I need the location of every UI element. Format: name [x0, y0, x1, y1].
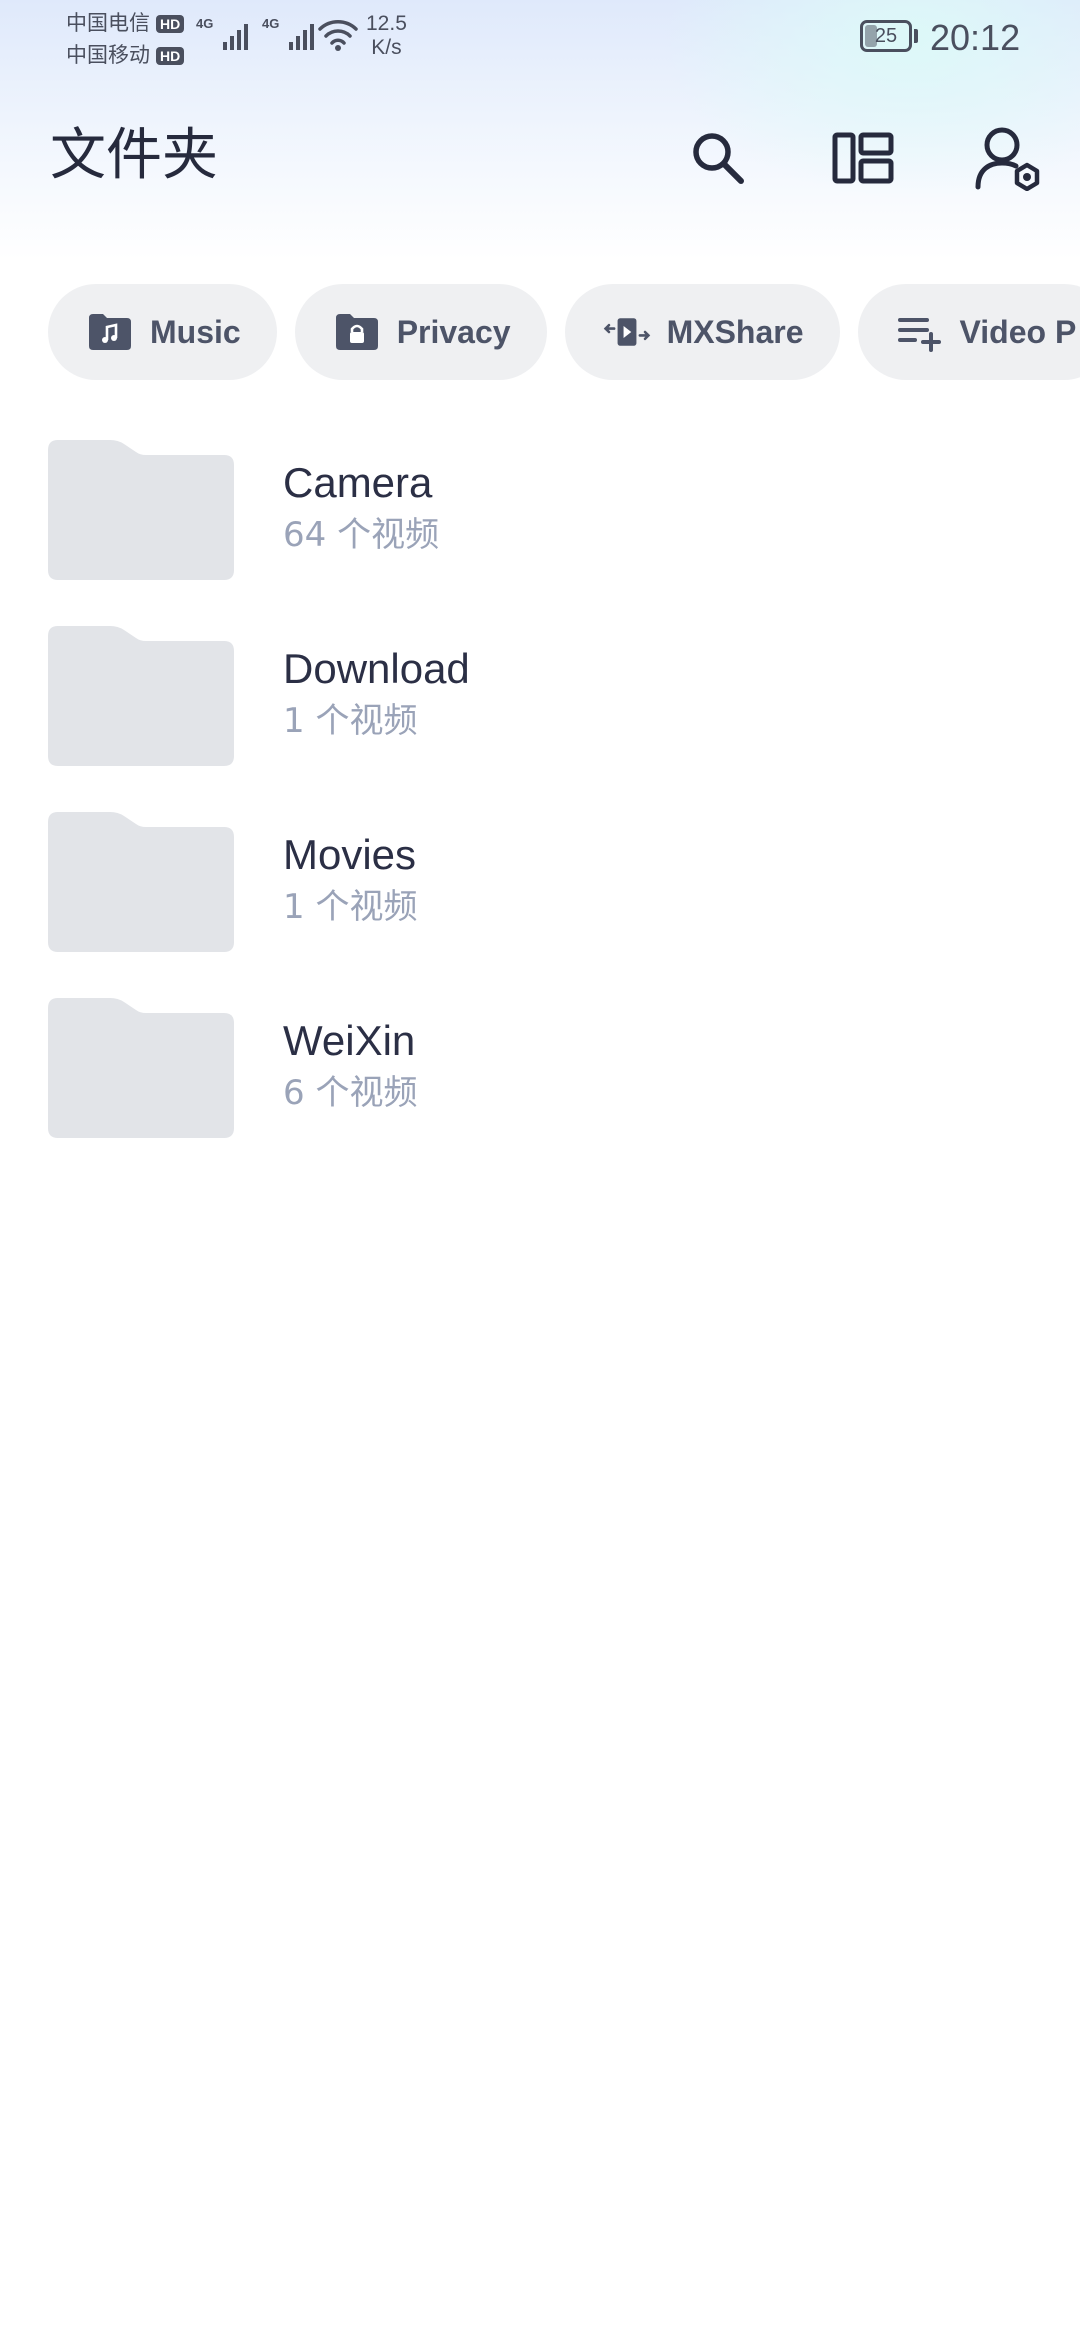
share-transfer-icon: [603, 308, 651, 356]
chip-video-playlist[interactable]: Video P: [857, 284, 1080, 380]
carrier-row-2: 中国移动 HD: [66, 40, 185, 72]
hd-badge: HD: [156, 15, 185, 33]
music-folder-icon: [86, 308, 134, 356]
folder-name: WeiXin: [283, 1017, 416, 1064]
chip-label: Privacy: [396, 313, 511, 350]
chip-label: Video P: [959, 313, 1077, 350]
folder-video-count: 1 个视频: [283, 701, 418, 741]
network-speed-unit: K/s: [371, 36, 402, 59]
folder-name: Download: [283, 645, 470, 692]
network-speed: 12.5 K/s: [366, 12, 407, 60]
list-item[interactable]: Download 1 个视频: [0, 606, 1080, 792]
chip-label: MXShare: [666, 313, 804, 350]
network-speed-value: 12.5: [366, 12, 407, 35]
search-icon: [693, 133, 744, 184]
status-bar: 中国电信 HD 中国移动 HD 4G 4G 12.5 K/s 25 20:12: [0, 0, 1080, 80]
folder-video-count: 6 个视频: [283, 1073, 418, 1113]
lock-folder-icon: [333, 308, 381, 356]
folder-list: Camera 64 个视频 Download 1 个视频 Movies 1 个视…: [0, 420, 1080, 1164]
search-button[interactable]: [682, 122, 754, 194]
folder-name: Movies: [283, 831, 417, 878]
wifi-icon: [318, 20, 358, 51]
signal-indicators: 4G 4G: [196, 16, 314, 52]
chip-privacy[interactable]: Privacy: [294, 284, 547, 380]
carrier-name: 中国电信: [66, 12, 150, 35]
chip-mxshare[interactable]: MXShare: [564, 284, 840, 380]
carrier-name: 中国移动: [66, 44, 150, 67]
battery-icon: 25: [860, 20, 912, 52]
account-settings-button[interactable]: [972, 122, 1044, 194]
folder-video-count: 1 个视频: [283, 887, 418, 927]
page-title: 文件夹: [50, 123, 218, 188]
playlist-add-icon: [896, 308, 944, 356]
network-type-label: 4G: [262, 16, 280, 31]
folder-icon: [48, 440, 234, 580]
clock: 20:12: [930, 17, 1021, 58]
battery-level: 25: [874, 25, 898, 47]
carrier-info: 中国电信 HD 中国移动 HD: [66, 8, 185, 72]
network-type-label: 4G: [196, 16, 214, 31]
account-settings-icon: [975, 127, 1040, 191]
chip-music[interactable]: Music: [48, 284, 277, 380]
list-item[interactable]: Movies 1 个视频: [0, 792, 1080, 978]
layout-toggle-icon: [832, 132, 894, 184]
folder-name: Camera: [283, 459, 433, 506]
list-item[interactable]: WeiXin 6 个视频: [0, 978, 1080, 1164]
carrier-row-1: 中国电信 HD: [66, 8, 185, 40]
cellular-signal-icon: 4G: [196, 16, 248, 52]
quick-access-chips: Music Privacy MXShare Video P: [48, 284, 1080, 382]
hd-badge: HD: [156, 47, 185, 65]
folder-video-count: 64 个视频: [283, 515, 440, 555]
folder-icon: [48, 812, 234, 952]
folder-icon: [48, 998, 234, 1138]
list-item[interactable]: Camera 64 个视频: [0, 420, 1080, 606]
chip-label: Music: [150, 313, 241, 350]
folder-icon: [48, 626, 234, 766]
layout-toggle-button[interactable]: [827, 122, 899, 194]
cellular-signal-icon: 4G: [262, 16, 314, 52]
